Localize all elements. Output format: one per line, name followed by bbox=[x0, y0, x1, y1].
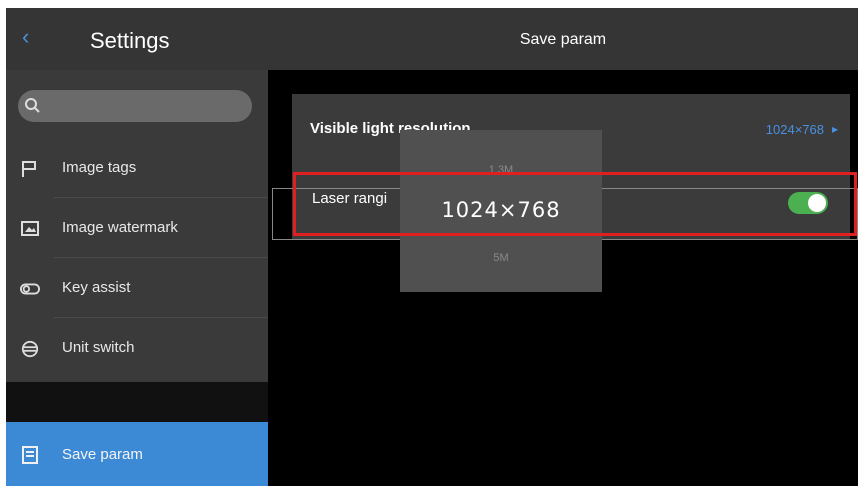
screen: ‹ Settings Image tags Image watermark Ke… bbox=[6, 8, 858, 486]
sidebar-item-image-tags[interactable]: Image tags bbox=[6, 138, 268, 198]
search-input[interactable] bbox=[18, 90, 252, 122]
sidebar-spacer bbox=[6, 382, 268, 422]
page-title: Save param bbox=[519, 31, 607, 48]
sidebar-item-save-param[interactable]: Save param bbox=[6, 422, 268, 486]
sidebar: ‹ Settings Image tags Image watermark Ke… bbox=[6, 8, 268, 486]
sidebar-item-image-watermark[interactable]: Image watermark bbox=[6, 198, 268, 258]
unit-switch-icon bbox=[21, 340, 39, 358]
sidebar-item-label: Unit switch bbox=[62, 339, 135, 356]
watermark-icon bbox=[21, 221, 39, 236]
chevron-right-icon: ▸ bbox=[831, 122, 838, 136]
page-header: Save param bbox=[268, 8, 858, 70]
setting-value: 1024×768 bbox=[765, 122, 824, 137]
sidebar-item-label: Save param bbox=[62, 446, 143, 463]
sidebar-header: ‹ Settings bbox=[6, 8, 268, 70]
sidebar-title: Settings bbox=[90, 28, 170, 53]
sidebar-item-key-assist[interactable]: Key assist bbox=[6, 258, 268, 318]
search-icon bbox=[25, 98, 40, 113]
flag-icon bbox=[22, 161, 36, 177]
annotation-highlight-box bbox=[293, 172, 857, 236]
sidebar-item-label: Key assist bbox=[62, 279, 131, 296]
back-icon[interactable]: ‹ bbox=[22, 24, 29, 50]
toggle-icon bbox=[20, 283, 40, 295]
sidebar-item-unit-switch[interactable]: Unit switch bbox=[6, 318, 268, 378]
sidebar-item-label: Image watermark bbox=[62, 219, 178, 236]
save-icon bbox=[22, 446, 38, 464]
sidebar-item-label: Image tags bbox=[62, 159, 137, 176]
picker-option[interactable]: 5M bbox=[400, 252, 602, 264]
